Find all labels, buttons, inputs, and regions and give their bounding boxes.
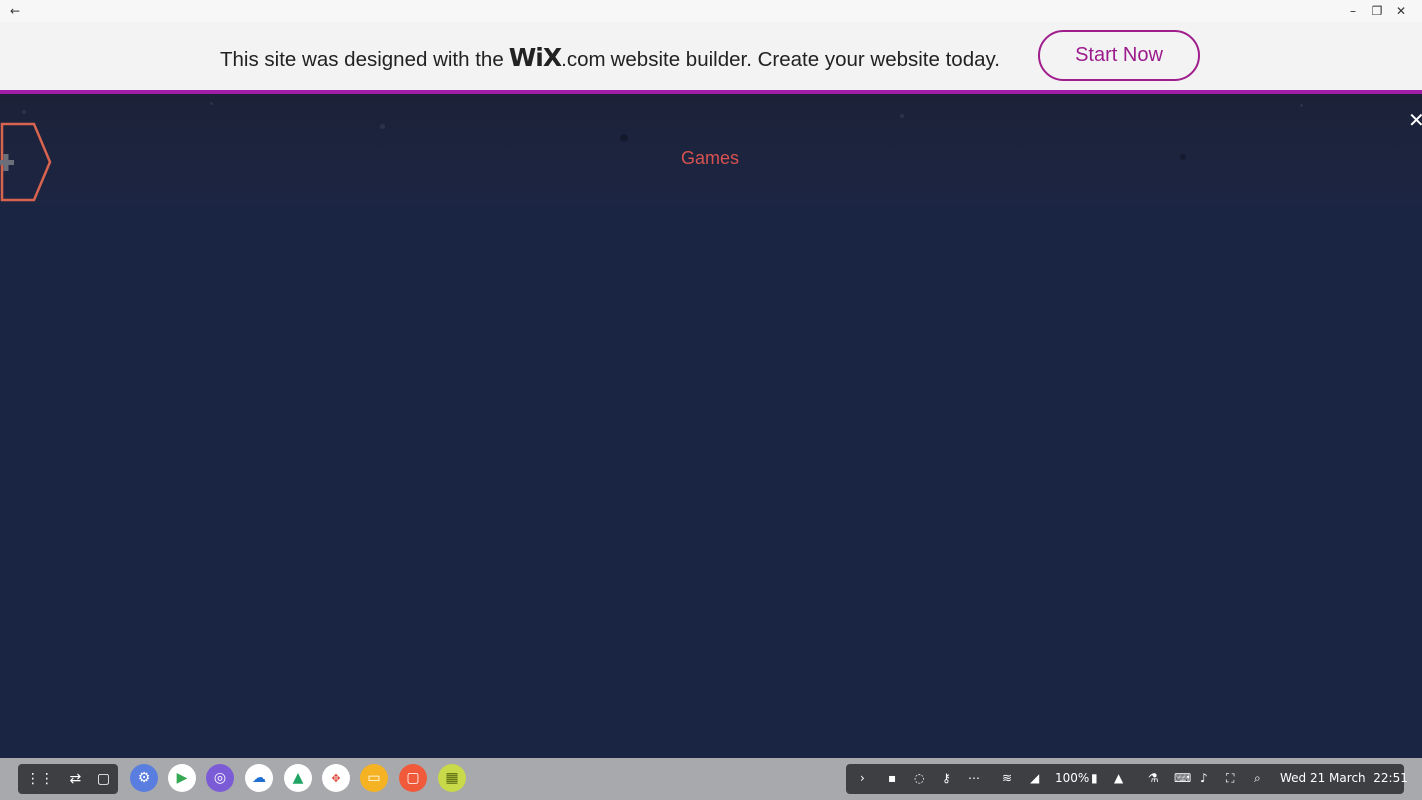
wix-logo: WiX [508, 43, 562, 72]
restore-icon[interactable]: ❐ [1366, 0, 1388, 22]
taskbar-left-group: ⋮⋮ ⇄ ▢ [18, 764, 118, 794]
google-drive-icon[interactable]: ▲ [284, 764, 312, 792]
browser-icon[interactable]: ◎ [206, 764, 234, 792]
banner-text-after: website builder. Create your website tod… [610, 48, 1000, 71]
signal-icon[interactable]: ◢ [1030, 771, 1039, 785]
start-now-button[interactable]: Start Now [1038, 30, 1200, 81]
window-icon[interactable]: ▢ [97, 771, 110, 787]
site-content: Games ✕ [0, 94, 1422, 758]
play-store-icon[interactable]: ▶ [168, 764, 196, 792]
wix-logo-domain: .com [561, 48, 606, 71]
keyboard-icon[interactable]: ⌨ [1174, 771, 1191, 785]
taskbar: ⋮⋮ ⇄ ▢ ⚙ ▶ ◎ ☁ ▲ ✥ ▭ ▢ ▦ › ▪ ◌ ⚷ ⋯ ≋ ◢ 1… [0, 758, 1422, 800]
site-close-icon[interactable]: ✕ [1408, 108, 1422, 132]
more-icon[interactable]: ⋯ [968, 771, 980, 785]
banner-text-before: This site was designed with the [220, 48, 504, 71]
screenshot-icon[interactable]: ⛶ [1226, 771, 1234, 786]
launcher-icon[interactable]: ⋮⋮ [26, 771, 54, 787]
settings-app-icon[interactable]: ⚙ [130, 764, 158, 792]
image-icon[interactable]: ▪ [888, 771, 896, 785]
flask-icon[interactable]: ⚗ [1148, 771, 1159, 785]
chevron-right-icon[interactable]: › [860, 771, 865, 785]
volume-icon[interactable]: ♪ [1200, 771, 1208, 785]
battery-percent: 100% [1055, 771, 1090, 785]
banner-message: This site was designed with the WiX .com… [220, 43, 1000, 72]
onedrive-icon[interactable]: ☁ [245, 764, 273, 792]
caret-up-icon[interactable]: ▲ [1114, 771, 1123, 785]
clock-datetime[interactable]: Wed 21 March 22:51 [1280, 771, 1408, 785]
battery-icon: ▮ [1091, 771, 1098, 785]
calculator-icon[interactable]: ▦ [438, 764, 466, 792]
window-titlebar: ← – ❐ ✕ [0, 0, 1422, 22]
hexagon-plus-icon[interactable] [0, 122, 54, 204]
files-icon[interactable]: ▭ [360, 764, 388, 792]
app-suite-icon[interactable]: ✥ [322, 764, 350, 792]
screen-recorder-icon[interactable]: ▢ [399, 764, 427, 792]
switch-icon[interactable]: ⇄ [70, 771, 82, 787]
close-icon[interactable]: ✕ [1390, 0, 1412, 22]
vpn-icon[interactable]: ◌ [914, 771, 924, 785]
key-icon[interactable]: ⚷ [942, 771, 951, 785]
minimize-icon[interactable]: – [1342, 0, 1364, 22]
back-arrow-icon[interactable]: ← [4, 0, 26, 22]
system-tray: › ▪ ◌ ⚷ ⋯ ≋ ◢ 100% ▮ ▲ ⚗ ⌨ ♪ ⛶ ⌕ Wed 21 … [846, 764, 1408, 794]
nav-link-games[interactable]: Games [681, 148, 739, 169]
wifi-icon[interactable]: ≋ [1002, 771, 1012, 785]
search-icon[interactable]: ⌕ [1254, 771, 1261, 786]
